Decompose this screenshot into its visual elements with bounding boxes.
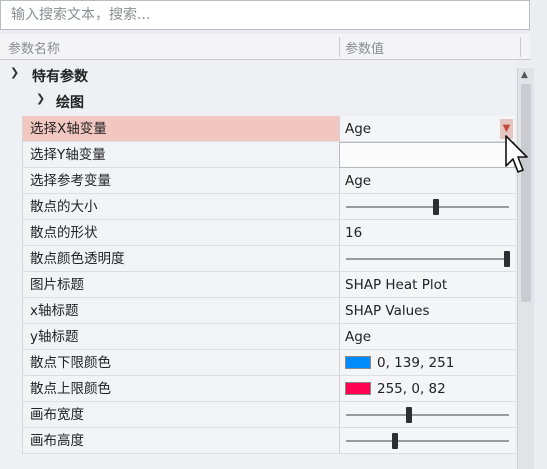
scroll-up-arrow-icon[interactable]: ▲ <box>521 70 528 80</box>
row-low-color[interactable]: 散点下限颜色 0, 139, 251 <box>0 350 515 376</box>
row-y-variable[interactable]: 选择Y轴变量 <box>0 142 515 168</box>
row-label: x轴标题 <box>22 298 339 324</box>
canvas-width-slider[interactable] <box>339 402 515 428</box>
column-divider-end <box>520 37 521 57</box>
scrollbar-thumb[interactable] <box>521 84 531 302</box>
slider-track[interactable] <box>346 440 509 442</box>
point-size-slider[interactable] <box>339 194 515 220</box>
row-x-axis-title[interactable]: x轴标题 SHAP Values <box>0 298 515 324</box>
plot-title-field[interactable]: SHAP Heat Plot <box>339 272 515 298</box>
row-label: y轴标题 <box>22 324 339 350</box>
point-shape-field[interactable]: 16 <box>339 220 515 246</box>
row-label: 散点下限颜色 <box>22 350 339 376</box>
row-x-variable[interactable]: 选择X轴变量 Age ▼ <box>0 116 515 142</box>
row-label: 选择参考变量 <box>22 168 339 194</box>
x-axis-title-field[interactable]: SHAP Values <box>339 298 515 324</box>
slider-track[interactable] <box>346 414 509 416</box>
row-label: 画布宽度 <box>22 402 339 428</box>
property-grid: ❯ 特有参数 ❯ 绘图 选择X轴变量 Age ▼ 选择Y轴变量 选择参考变量 A… <box>0 60 515 469</box>
slider-thumb[interactable] <box>504 251 510 267</box>
row-label: 选择X轴变量 <box>22 116 339 142</box>
color-value: 255, 0, 82 <box>377 381 446 397</box>
row-label: 画布高度 <box>22 428 339 454</box>
field-value: Age <box>345 329 372 345</box>
canvas-height-slider[interactable] <box>339 428 515 454</box>
row-label: 散点上限颜色 <box>22 376 339 402</box>
mouse-pointer-icon <box>505 135 528 173</box>
row-label: 散点的形状 <box>22 220 339 246</box>
column-header-value[interactable]: 参数值 <box>345 38 384 57</box>
vertical-scrollbar[interactable]: ▲ <box>517 68 534 469</box>
slider-thumb[interactable] <box>406 407 413 423</box>
slider-thumb[interactable] <box>432 199 439 215</box>
chevron-down-icon[interactable]: ❯ <box>36 92 45 105</box>
row-plot-title[interactable]: 图片标题 SHAP Heat Plot <box>0 272 515 298</box>
y-variable-select[interactable] <box>339 142 515 168</box>
slider-track[interactable] <box>346 258 509 260</box>
row-label: 散点颜色透明度 <box>22 246 339 272</box>
chevron-down-icon[interactable]: ❯ <box>10 66 19 79</box>
row-point-alpha[interactable]: 散点颜色透明度 <box>0 246 515 272</box>
column-header-name[interactable]: 参数名称 <box>8 38 60 57</box>
row-label: 选择Y轴变量 <box>22 142 339 168</box>
low-color-picker[interactable]: 0, 139, 251 <box>339 350 515 376</box>
color-swatch[interactable] <box>345 381 371 395</box>
category-specific-params[interactable]: ❯ 特有参数 <box>0 62 515 88</box>
select-value: Age <box>345 121 372 137</box>
field-value: 16 <box>345 225 363 241</box>
row-high-color[interactable]: 散点上限颜色 255, 0, 82 <box>0 376 515 402</box>
color-swatch[interactable] <box>345 355 371 369</box>
category-label: 绘图 <box>56 95 84 111</box>
row-canvas-width[interactable]: 画布宽度 <box>0 402 515 428</box>
y-axis-title-field[interactable]: Age <box>339 324 515 350</box>
reference-variable-select[interactable]: Age <box>339 168 515 194</box>
row-canvas-height[interactable]: 画布高度 <box>0 428 515 454</box>
search-input[interactable] <box>1 1 529 29</box>
row-reference-variable[interactable]: 选择参考变量 Age <box>0 168 515 194</box>
select-value: Age <box>345 173 372 189</box>
high-color-picker[interactable]: 255, 0, 82 <box>339 376 515 402</box>
property-grid-header: 参数名称 参数值 <box>0 34 530 60</box>
slider-track[interactable] <box>346 206 509 208</box>
point-alpha-slider[interactable] <box>339 246 515 272</box>
row-label: 散点的大小 <box>22 194 339 220</box>
row-point-size[interactable]: 散点的大小 <box>0 194 515 220</box>
column-divider[interactable] <box>339 37 340 57</box>
row-point-shape[interactable]: 散点的形状 16 <box>0 220 515 246</box>
category-label: 特有参数 <box>32 69 88 85</box>
x-variable-select[interactable]: Age ▼ <box>339 116 515 142</box>
category-plot[interactable]: ❯ 绘图 <box>0 88 515 114</box>
row-label: 图片标题 <box>22 272 339 298</box>
search-box[interactable] <box>0 0 530 30</box>
slider-thumb[interactable] <box>391 433 398 449</box>
field-value: SHAP Heat Plot <box>345 277 448 293</box>
color-value: 0, 139, 251 <box>377 355 455 371</box>
row-y-axis-title[interactable]: y轴标题 Age <box>0 324 515 350</box>
field-value: SHAP Values <box>345 303 430 319</box>
